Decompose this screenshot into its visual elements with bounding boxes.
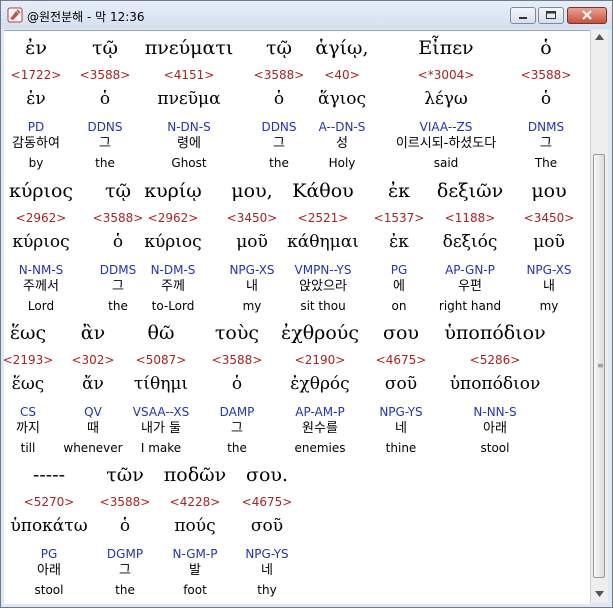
maximize-icon <box>546 11 556 19</box>
lemma: ὑποπόδιον <box>449 374 541 394</box>
interlinear-view: ἐν <1722> ἐν PD 감동하여 by τῷ <3588> ὁ DDNS 그 the πνεύμ… <box>3 30 590 604</box>
english-gloss: stool <box>480 441 510 455</box>
window-title: @원전분해 - 막 12:36 <box>27 10 145 24</box>
lemma: σοῦ <box>250 516 284 536</box>
grip-icon: ≡ <box>597 361 604 370</box>
close-button[interactable] <box>567 7 607 24</box>
scroll-thumb[interactable]: ≡ <box>593 154 605 578</box>
greek-word[interactable]: ὑποπόδιον <box>430 321 560 345</box>
close-icon <box>582 10 592 20</box>
app-icon <box>7 7 23 23</box>
vertical-scrollbar[interactable]: ≡ <box>590 30 608 603</box>
arrow-up-icon <box>595 34 604 40</box>
app-window: @원전분해 - 막 12:36 ἐν <1722> ἐν PD 감동하여 by τῷ <358… <box>0 0 613 608</box>
minimize-icon <box>519 17 527 19</box>
scroll-up-arrow[interactable] <box>591 30 608 46</box>
korean-gloss: 네 <box>261 563 273 578</box>
minimize-button[interactable] <box>510 7 536 24</box>
korean-gloss: 아래 <box>483 421 507 436</box>
greek-word[interactable]: σου. <box>202 463 332 487</box>
english-gloss: thy <box>257 583 277 597</box>
title-bar[interactable]: @원전분해 - 막 12:36 <box>1 1 612 29</box>
parse-code: NPG-YS <box>245 547 289 561</box>
strong-number[interactable]: <5286> <box>430 353 560 367</box>
scroll-down-arrow[interactable] <box>591 587 608 603</box>
arrow-down-icon <box>595 591 604 597</box>
parse-code: N-NN-S <box>473 405 517 419</box>
strong-number[interactable]: <4675> <box>202 495 332 509</box>
maximize-button[interactable] <box>538 7 564 24</box>
